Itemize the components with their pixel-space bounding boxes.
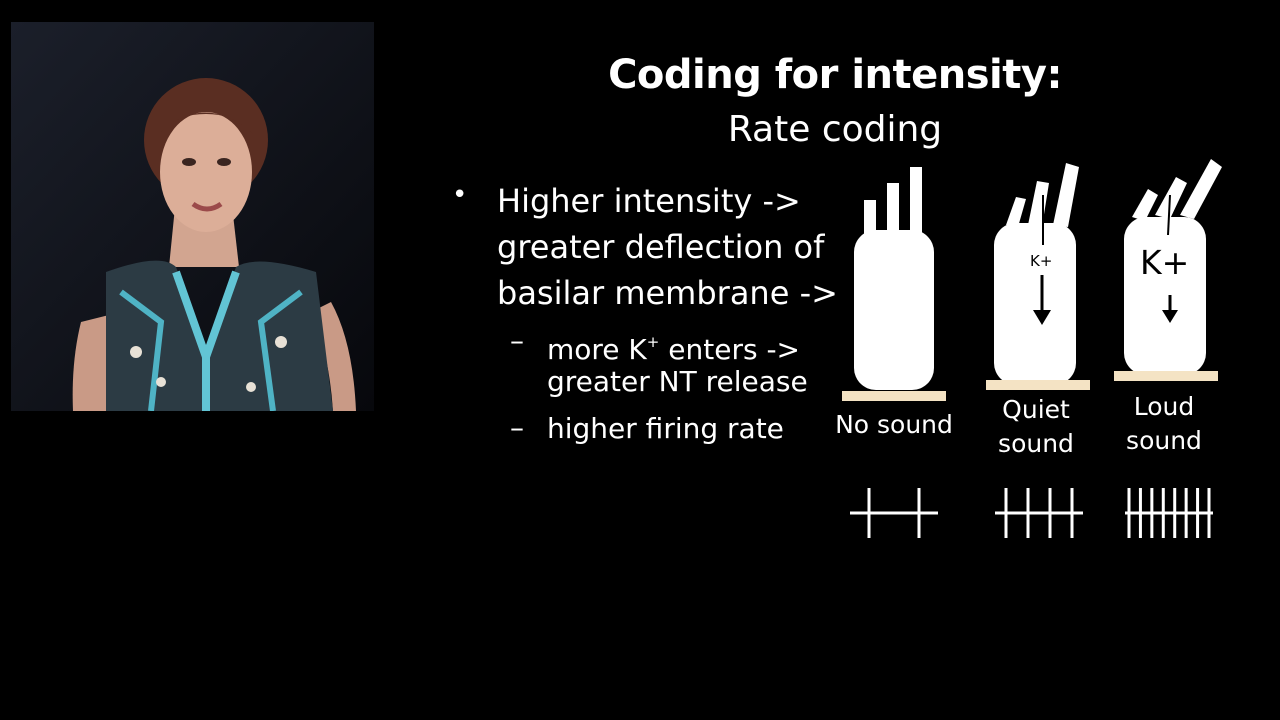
condition-label-quiet-sound: Quiet sound xyxy=(998,395,1074,458)
hair-cell-no-sound xyxy=(842,167,946,401)
bullet-line-3: basilar membrane -> xyxy=(497,274,838,312)
bullet-line-2: greater deflection of xyxy=(497,228,825,266)
hair-cell-svg xyxy=(842,159,1222,538)
subbullet-1-line-2: greater NT release xyxy=(547,365,808,398)
base-plate xyxy=(986,380,1090,390)
hair-cell-quiet-sound xyxy=(986,163,1090,390)
slide-title: Coding for intensity: xyxy=(608,52,1062,98)
bullet-line-1: Higher intensity -> xyxy=(497,182,801,220)
subbullet-dash: – xyxy=(510,411,524,444)
presenter-image xyxy=(11,22,374,411)
slide: Coding for intensity: Rate coding • High… xyxy=(0,0,1280,720)
ion-label-quiet: K+ xyxy=(1030,252,1053,270)
ion-label-loud: K+ xyxy=(1140,243,1190,282)
subbullet-dash: – xyxy=(510,324,524,357)
slide-subtitle: Rate coding xyxy=(727,109,943,150)
condition-label-no-sound: No sound xyxy=(835,410,953,439)
base-plate xyxy=(1114,371,1218,381)
spike-trains xyxy=(850,488,1213,538)
condition-label-loud-sound: Loud sound xyxy=(1126,392,1202,455)
bullet-icon: • xyxy=(452,180,468,210)
speaker-video xyxy=(11,22,374,411)
hair-cell-diagram: K+ K+ No sound Quiet sound Loud sound xyxy=(830,155,1240,555)
subbullet-2-line-1: higher firing rate xyxy=(547,412,784,445)
base-plate xyxy=(842,391,946,401)
